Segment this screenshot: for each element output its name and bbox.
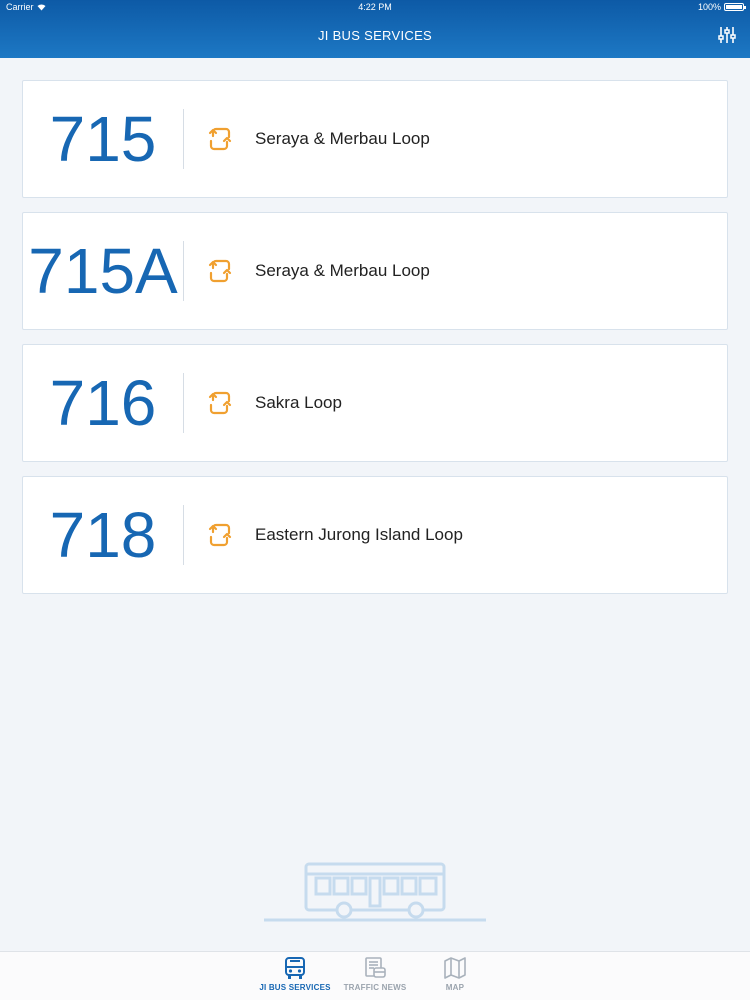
route-list: 715 Seraya & Merbau Loop 715A Seraya & M…	[22, 80, 728, 608]
divider	[183, 241, 184, 301]
page-title: JI BUS SERVICES	[317, 28, 433, 43]
battery-percent: 100%	[697, 2, 721, 12]
battery-icon	[724, 3, 746, 11]
route-number: 716	[49, 367, 157, 439]
divider	[183, 505, 184, 565]
map-icon	[444, 957, 466, 979]
tab-ji-bus-services[interactable]: JI BUS SERVICES	[255, 956, 335, 998]
divider	[183, 109, 184, 169]
divider	[183, 373, 184, 433]
status-bar: Carrier 4:22 PM 100%	[0, 0, 750, 14]
status-time: 4:22 PM	[358, 2, 392, 12]
route-card-716[interactable]: 716 Sakra Loop	[22, 344, 728, 462]
route-name: Seraya & Merbau Loop	[255, 261, 430, 280]
loop-icon	[208, 259, 232, 283]
traffic-news-icon	[365, 957, 386, 978]
tab-label: MAP	[445, 983, 465, 992]
tab-traffic-news[interactable]: TRAFFIC NEWS	[335, 956, 415, 998]
route-card-715a[interactable]: 715A Seraya & Merbau Loop	[22, 212, 728, 330]
loop-icon	[208, 391, 232, 415]
sliders-icon[interactable]	[718, 26, 736, 44]
route-card-718[interactable]: 718 Eastern Jurong Island Loop	[22, 476, 728, 594]
loop-icon	[208, 523, 232, 547]
route-name: Sakra Loop	[255, 393, 342, 412]
bus-illustration-icon	[264, 862, 486, 922]
route-number: 718	[49, 499, 157, 571]
route-card-715[interactable]: 715 Seraya & Merbau Loop	[22, 80, 728, 198]
bus-icon	[285, 957, 305, 979]
tab-label: TRAFFIC NEWS	[343, 983, 407, 992]
route-number: 715	[49, 103, 157, 175]
tab-label: JI BUS SERVICES	[259, 983, 331, 992]
loop-icon	[208, 127, 232, 151]
app-header: Carrier 4:22 PM 100% JI BUS SERVICES	[0, 0, 750, 58]
tab-map[interactable]: MAP	[415, 956, 495, 998]
tab-bar: JI BUS SERVICES TRAFFIC NEWS MAP	[0, 951, 750, 1000]
route-number: 715A	[28, 235, 178, 307]
route-name: Eastern Jurong Island Loop	[255, 525, 463, 544]
route-name: Seraya & Merbau Loop	[255, 129, 430, 148]
